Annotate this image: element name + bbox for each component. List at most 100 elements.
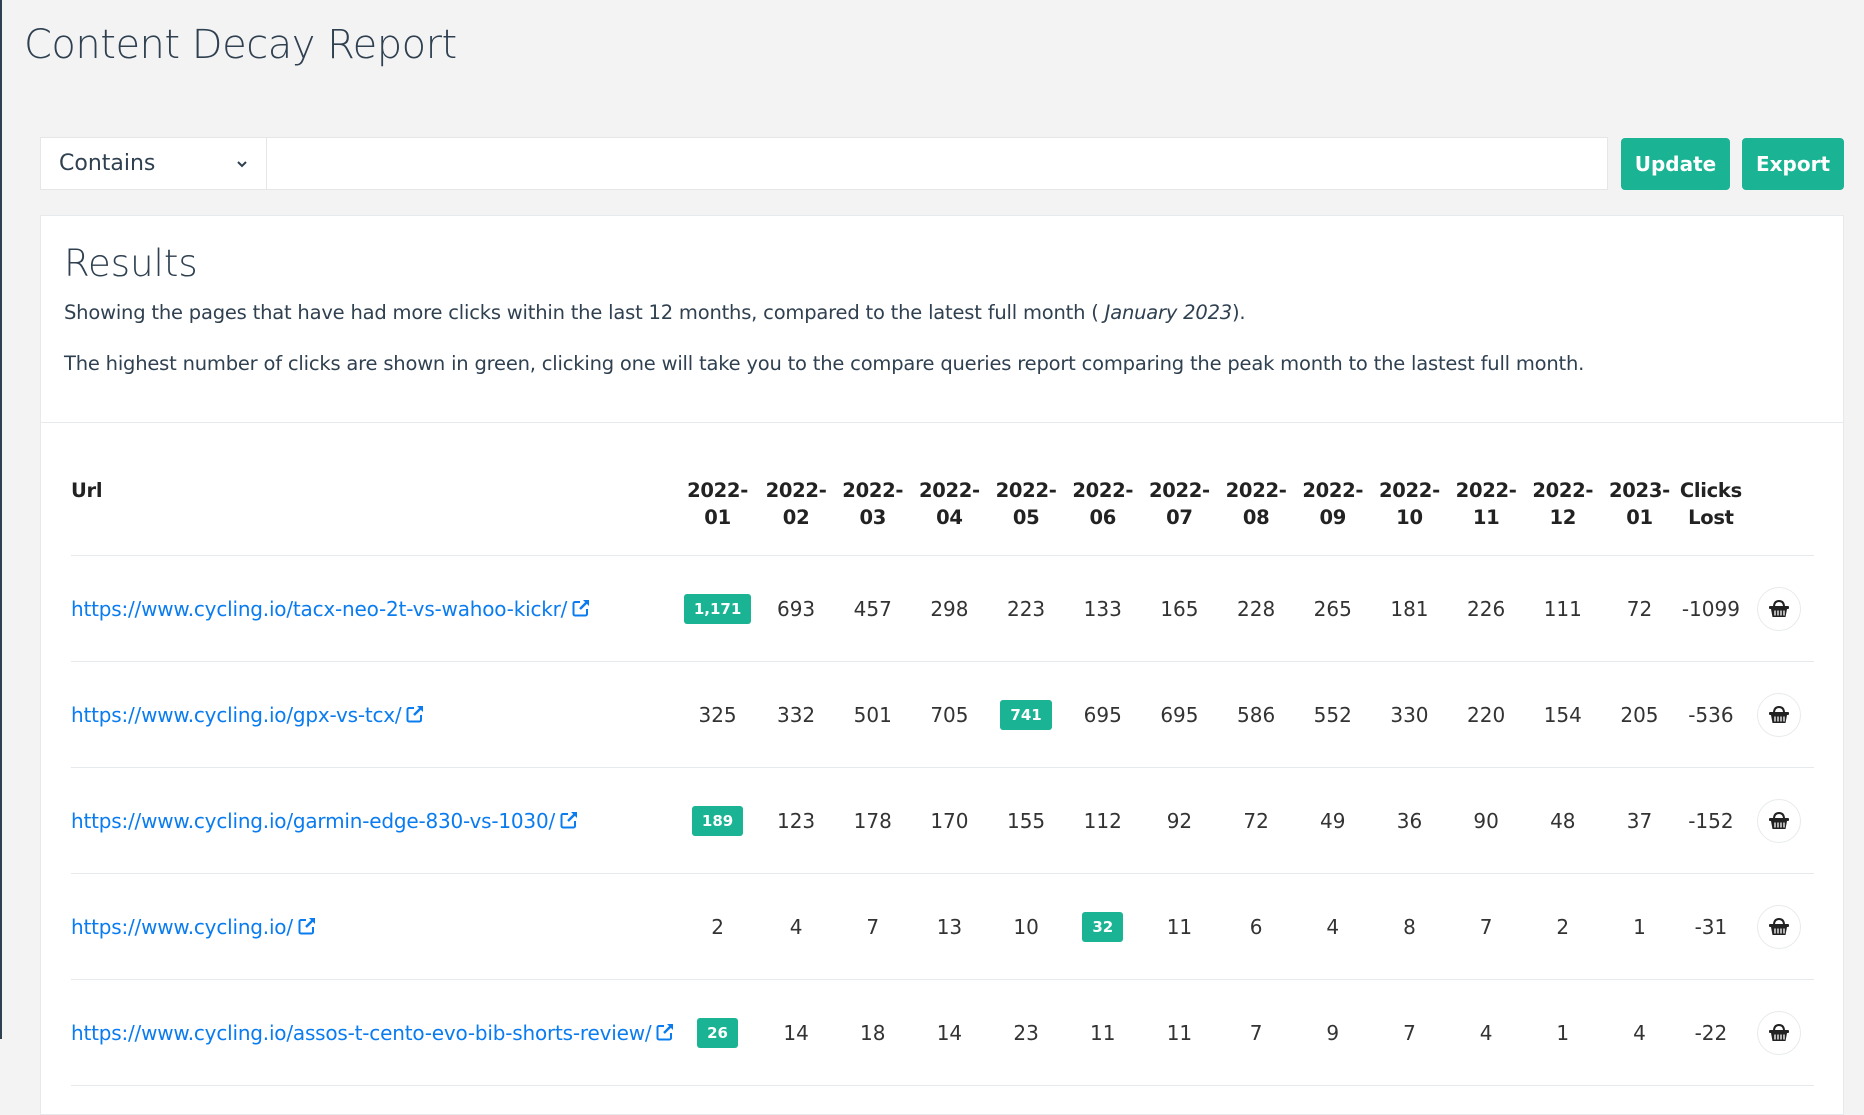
page-url-link[interactable]: https://www.cycling.io/assos-t-cento-evo… — [71, 1021, 652, 1045]
basket-icon — [1769, 917, 1789, 935]
clicks-value: 49 — [1320, 808, 1346, 833]
month-clicks-cell: 4 — [757, 873, 835, 980]
clicks-value: 332 — [776, 702, 816, 727]
external-link-icon[interactable] — [571, 598, 591, 618]
month-clicks-cell: 37 — [1601, 767, 1678, 874]
clicks-value: 48 — [1550, 808, 1576, 833]
clicks-lost-cell: -1099 — [1677, 555, 1744, 662]
clicks-value: 155 — [1006, 808, 1046, 833]
add-to-basket-button[interactable] — [1757, 1010, 1801, 1055]
month-column-header: 2022-09 — [1294, 459, 1372, 556]
month-clicks-cell: 1,171 — [677, 555, 758, 662]
month-clicks-cell: 178 — [834, 767, 912, 874]
month-clicks-cell: 2 — [677, 873, 758, 980]
clicks-value: 37 — [1626, 808, 1653, 833]
match-type-select-value: Contains — [59, 151, 156, 176]
clicks-value: 7 — [1403, 1020, 1416, 1045]
clicks-value: 111 — [1543, 596, 1582, 621]
clicks-lost-header-line2: Lost — [1688, 506, 1734, 529]
month-clicks-cell: 457 — [834, 555, 912, 662]
month-clicks-cell: 7 — [1371, 979, 1448, 1086]
clicks-lost-header-line1: Clicks — [1679, 479, 1742, 502]
clicks-value: 205 — [1620, 702, 1659, 727]
month-clicks-cell: 154 — [1524, 661, 1602, 768]
month-clicks-cell: 9 — [1294, 979, 1372, 1086]
month-clicks-cell: 92 — [1141, 767, 1218, 874]
table-row: https://www.cycling.io/tacx-neo-2t-vs-wa… — [71, 555, 1814, 662]
clicks-value: 11 — [1166, 914, 1193, 939]
clicks-value: 4 — [789, 914, 803, 939]
month-clicks-cell: 1 — [1601, 873, 1678, 980]
peak-clicks-badge[interactable]: 741 — [1000, 699, 1052, 730]
month-column-header: 2022-05 — [987, 459, 1065, 556]
page-url-link[interactable]: https://www.cycling.io/tacx-neo-2t-vs-wa… — [71, 597, 567, 621]
results-description-suffix: ). — [1232, 301, 1246, 324]
row-actions-cell — [1744, 767, 1814, 874]
month-clicks-cell: 23 — [987, 979, 1065, 1086]
add-to-basket-button[interactable] — [1757, 798, 1801, 843]
peak-clicks-badge[interactable]: 1,171 — [683, 593, 752, 624]
clicks-value: 226 — [1467, 596, 1506, 621]
month-clicks-cell: 11 — [1064, 979, 1142, 1086]
export-button[interactable]: Export — [1742, 138, 1844, 190]
clicks-value: 13 — [936, 914, 963, 939]
external-link-icon[interactable] — [405, 704, 425, 724]
table-header-row: Url 2022-01 2022-02 2022-03 2022-04 2022-05 2… — [71, 459, 1814, 556]
clicks-value: 228 — [1237, 596, 1276, 621]
url-cell: https://www.cycling.io/tacx-neo-2t-vs-wa… — [71, 555, 678, 662]
results-description: Showing the pages that have had more cli… — [64, 301, 1820, 324]
add-to-basket-button[interactable] — [1757, 586, 1801, 631]
clicks-value: 9 — [1326, 1020, 1340, 1045]
page-url-link[interactable]: https://www.cycling.io/ — [71, 915, 293, 939]
url-column-header: Url — [71, 459, 678, 556]
clicks-value: 2 — [1556, 914, 1570, 939]
results-card: Results Showing the pages that have had … — [40, 215, 1844, 1115]
month-clicks-cell: 205 — [1601, 661, 1678, 768]
month-clicks-cell: 4 — [1447, 979, 1525, 1086]
month-clicks-cell: 7 — [1447, 873, 1525, 980]
basket-icon — [1769, 1023, 1789, 1041]
clicks-value: 14 — [783, 1020, 809, 1045]
clicks-value: 1 — [1556, 1020, 1570, 1045]
results-title: Results — [64, 242, 198, 285]
external-link-icon[interactable] — [297, 916, 317, 936]
month-clicks-cell: 49 — [1294, 767, 1372, 874]
peak-clicks-badge[interactable]: 32 — [1082, 911, 1124, 942]
month-column-header: 2022-01 — [677, 459, 758, 556]
month-clicks-cell: 552 — [1294, 661, 1372, 768]
clicks-value: 693 — [776, 596, 816, 621]
clicks-value: 11 — [1090, 1020, 1116, 1045]
clicks-value: 6 — [1249, 914, 1263, 939]
page-url-link[interactable]: https://www.cycling.io/garmin-edge-830-v… — [71, 809, 555, 833]
url-cell: https://www.cycling.io/ — [71, 873, 678, 980]
month-column-header: 2022-06 — [1064, 459, 1142, 556]
add-to-basket-button[interactable] — [1757, 904, 1801, 949]
external-link-icon[interactable] — [559, 810, 579, 830]
clicks-value: 223 — [1006, 596, 1046, 621]
month-clicks-cell: 705 — [911, 661, 988, 768]
month-clicks-cell: 4 — [1294, 873, 1372, 980]
page-title: Content Decay Report — [24, 22, 457, 68]
month-clicks-cell: 11 — [1141, 979, 1218, 1086]
month-clicks-cell: 501 — [834, 661, 912, 768]
actions-column-header — [1744, 459, 1814, 556]
month-clicks-cell: 220 — [1447, 661, 1525, 768]
month-clicks-cell: 14 — [757, 979, 835, 1086]
filter-input[interactable] — [267, 137, 1608, 190]
url-cell: https://www.cycling.io/assos-t-cento-evo… — [71, 979, 678, 1086]
peak-clicks-badge[interactable]: 189 — [691, 805, 744, 836]
month-clicks-cell: 693 — [757, 555, 835, 662]
clicks-value: 7 — [1249, 1020, 1263, 1045]
month-clicks-cell: 32 — [1064, 873, 1142, 980]
month-column-header: 2022-04 — [911, 459, 988, 556]
match-type-select[interactable]: Contains — [40, 137, 267, 190]
peak-clicks-badge[interactable]: 26 — [697, 1017, 738, 1048]
clicks-lost-cell: -152 — [1677, 767, 1744, 874]
clicks-lost-column-header: Clicks Lost — [1677, 459, 1744, 556]
month-clicks-cell: 325 — [677, 661, 758, 768]
month-clicks-cell: 112 — [1064, 767, 1142, 874]
page-url-link[interactable]: https://www.cycling.io/gpx-vs-tcx/ — [71, 703, 402, 727]
update-button[interactable]: Update — [1621, 138, 1730, 190]
add-to-basket-button[interactable] — [1757, 692, 1801, 737]
month-clicks-cell: 228 — [1217, 555, 1295, 662]
